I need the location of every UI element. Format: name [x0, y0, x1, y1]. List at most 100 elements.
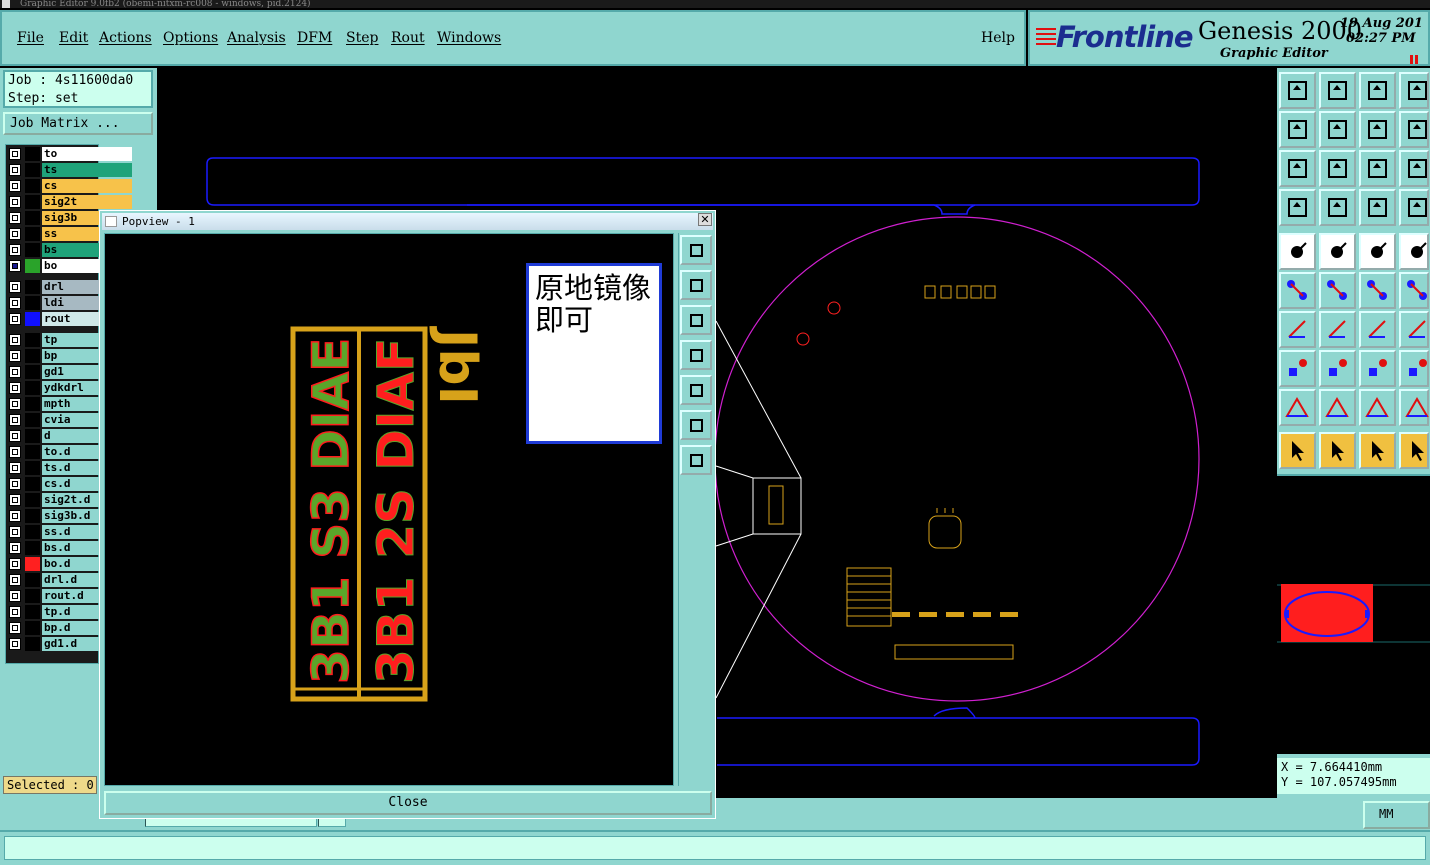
layer-checkbox[interactable]	[9, 260, 21, 272]
job-matrix-button[interactable]: Job Matrix ...	[3, 112, 153, 135]
layer-name[interactable]: mpth	[42, 397, 100, 411]
layer-row-ss-d[interactable]: ss.d	[8, 525, 100, 539]
layer-color-swatch[interactable]	[25, 163, 40, 177]
layer-name[interactable]: sig3b.d	[42, 509, 100, 523]
layer-compare-2-button[interactable]	[1399, 189, 1429, 226]
add-pad-button[interactable]	[1279, 350, 1316, 387]
layer-row-gd1-d[interactable]: gd1.d	[8, 637, 100, 651]
pan-right-button[interactable]	[1319, 111, 1356, 148]
layer-checkbox[interactable]	[9, 228, 21, 240]
help-button[interactable]	[1399, 150, 1429, 187]
layer-checkbox[interactable]	[9, 366, 21, 378]
layer-color-swatch[interactable]	[25, 312, 40, 326]
layer-name[interactable]: ss.d	[42, 525, 100, 539]
layer-name[interactable]: sig2t	[42, 195, 132, 209]
popview-canvas[interactable]: 3B1 S3 DIAE 3B1 2S DIAF JbI 原地镜像即可	[104, 233, 674, 786]
layer-color-swatch[interactable]	[25, 243, 40, 257]
layer-name[interactable]: tp.d	[42, 605, 100, 619]
layer-row-to-d[interactable]: to.d	[8, 445, 100, 459]
layer-checkbox[interactable]	[9, 382, 21, 394]
layer-checkbox[interactable]	[9, 281, 21, 293]
layer-color-swatch[interactable]	[25, 557, 40, 571]
layer-color-swatch[interactable]	[25, 397, 40, 411]
layer-checkbox[interactable]	[9, 494, 21, 506]
layer-name[interactable]: bp	[42, 349, 100, 363]
layer-color-swatch[interactable]	[25, 621, 40, 635]
window-system-icon[interactable]	[2, 0, 10, 8]
add-line-button[interactable]	[1279, 311, 1316, 348]
layer-row-bp[interactable]: bp	[8, 349, 100, 363]
popview-close-icon[interactable]: ✕	[698, 213, 712, 226]
layer-row-d[interactable]: d	[8, 429, 100, 443]
layer-color-swatch[interactable]	[25, 365, 40, 379]
layer-row-ts-d[interactable]: ts.d	[8, 461, 100, 475]
layer-color-swatch[interactable]	[25, 637, 40, 651]
layer-checkbox[interactable]	[9, 478, 21, 490]
layer-checkbox[interactable]	[9, 244, 21, 256]
layer-checkbox[interactable]	[9, 606, 21, 618]
layer-row-rout-d[interactable]: rout.d	[8, 589, 100, 603]
pause-icon[interactable]	[1410, 52, 1420, 64]
layer-name[interactable]: drl.d	[42, 573, 100, 587]
layer-color-swatch[interactable]	[25, 280, 40, 294]
layer-row-rout[interactable]: rout	[8, 312, 132, 326]
layer-checkbox[interactable]	[9, 558, 21, 570]
arc-tool-button[interactable]	[1359, 389, 1396, 426]
layer-color-swatch[interactable]	[25, 477, 40, 491]
menu-analysis[interactable]: Analysis	[227, 30, 286, 46]
popview-titlebar[interactable]: Popview - 1	[102, 213, 713, 230]
shape-button[interactable]	[1399, 350, 1429, 387]
layer-row-sig2t[interactable]: sig2t	[8, 195, 132, 209]
layer-color-swatch[interactable]	[25, 493, 40, 507]
layer-row-bs-d[interactable]: bs.d	[8, 541, 100, 555]
layer-name[interactable]: sig2t.d	[42, 493, 100, 507]
layer-name[interactable]: rout.d	[42, 589, 100, 603]
layer-color-swatch[interactable]	[25, 509, 40, 523]
layer-checkbox[interactable]	[9, 297, 21, 309]
layer-color-swatch[interactable]	[25, 381, 40, 395]
layer-name[interactable]: cvia	[42, 413, 100, 427]
layer-checkbox[interactable]	[9, 148, 21, 160]
circle-point-button[interactable]	[1399, 233, 1429, 270]
layer-row-sig3b-d[interactable]: sig3b.d	[8, 509, 100, 523]
layer-checkbox[interactable]	[9, 313, 21, 325]
layer-name[interactable]: to.d	[42, 445, 100, 459]
menu-actions[interactable]: Actions	[99, 30, 152, 46]
layer-row-cvia[interactable]: cvia	[8, 413, 100, 427]
mirror-pad-button[interactable]	[1399, 311, 1429, 348]
overview-preview[interactable]	[1277, 474, 1430, 754]
grid-toggle-button[interactable]	[1319, 189, 1356, 226]
layer-name[interactable]: tp	[42, 333, 100, 347]
layer-row-bp-d[interactable]: bp.d	[8, 621, 100, 635]
mirror-view-button[interactable]	[1359, 111, 1396, 148]
menu-options[interactable]: Options	[163, 30, 218, 46]
popview-zoom-out-button[interactable]	[680, 305, 712, 335]
layer-color-swatch[interactable]	[25, 227, 40, 241]
net-connect-button[interactable]	[1279, 272, 1316, 309]
layer-name[interactable]: bs.d	[42, 541, 100, 555]
popview-pan-right-button[interactable]	[680, 375, 712, 405]
layer-checkbox[interactable]	[9, 430, 21, 442]
fit-screen-button[interactable]	[1279, 150, 1316, 187]
layer-row-cs[interactable]: cs	[8, 179, 132, 193]
layer-name[interactable]: cs.d	[42, 477, 100, 491]
layer-compare-button[interactable]	[1359, 189, 1396, 226]
horizontal-line-button[interactable]	[1319, 350, 1356, 387]
layer-color-swatch[interactable]	[25, 147, 40, 161]
layer-row-ts[interactable]: ts	[8, 163, 132, 177]
menu-dfm[interactable]: DFM	[297, 30, 332, 46]
dimension-button[interactable]	[1359, 350, 1396, 387]
layer-row-sig2t-d[interactable]: sig2t.d	[8, 493, 100, 507]
layer-name[interactable]: gd1	[42, 365, 100, 379]
layer-row-mpth[interactable]: mpth	[8, 397, 100, 411]
rotate-button[interactable]	[1359, 311, 1396, 348]
layer-row-ldi[interactable]: ldi	[8, 296, 132, 310]
select-net-button[interactable]	[1399, 432, 1429, 469]
layer-name[interactable]: gd1.d	[42, 637, 100, 651]
pad-select-button[interactable]	[1279, 233, 1316, 270]
layer-checkbox[interactable]	[9, 622, 21, 634]
popview-fit-button[interactable]	[680, 410, 712, 440]
layer-color-swatch[interactable]	[25, 195, 40, 209]
layer-row-tp-d[interactable]: tp.d	[8, 605, 100, 619]
layer-checkbox[interactable]	[9, 414, 21, 426]
